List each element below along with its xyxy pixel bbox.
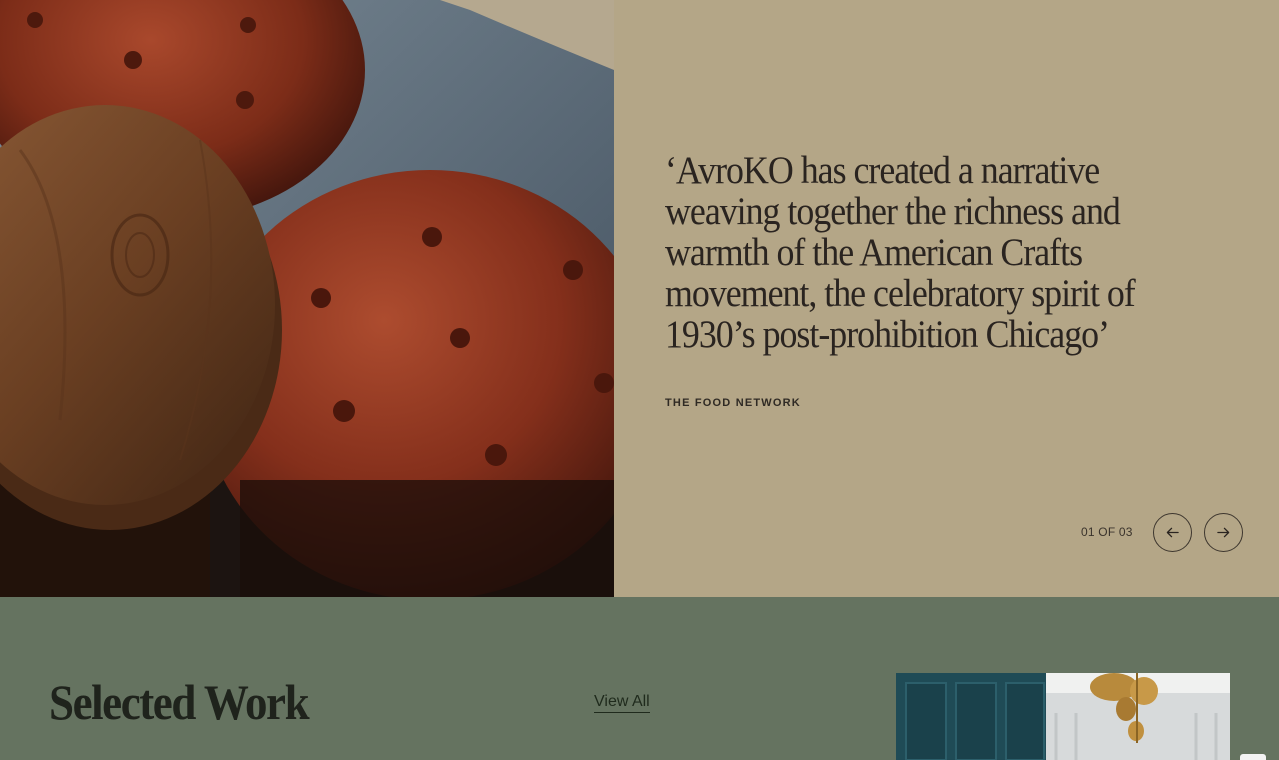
interior-image (896, 673, 1230, 760)
arrow-left-icon (1166, 527, 1179, 538)
testimonial-quote: ‘AvroKO has created a narrative weaving … (665, 149, 1136, 356)
quote-line: 1930’s post-prohibition Chicago’ (665, 313, 1110, 356)
quote-source: THE FOOD NETWORK (665, 397, 801, 409)
quote-line: weaving together the richness and (665, 190, 1121, 233)
corner-widget[interactable] (1240, 754, 1266, 760)
testimonial-section: ‘AvroKO has created a narrative weaving … (0, 0, 1279, 597)
view-all-link[interactable]: View All (594, 693, 650, 713)
selected-work-section: Selected Work View All (0, 597, 1279, 760)
quote-line: movement, the celebratory spirit of (665, 272, 1136, 315)
next-slide-button[interactable] (1204, 513, 1243, 552)
stools-image (0, 0, 614, 597)
slide-counter: 01 OF 03 (1081, 525, 1133, 539)
section-title: Selected Work (49, 674, 310, 730)
quote-panel: ‘AvroKO has created a narrative weaving … (614, 0, 1279, 597)
quote-line: warmth of the American Crafts (665, 231, 1083, 274)
quote-line: ‘AvroKO has created a narrative (665, 149, 1100, 192)
testimonial-photo (0, 0, 614, 597)
previous-slide-button[interactable] (1153, 513, 1192, 552)
project-thumbnail[interactable] (896, 673, 1230, 760)
arrow-right-icon (1217, 527, 1230, 538)
